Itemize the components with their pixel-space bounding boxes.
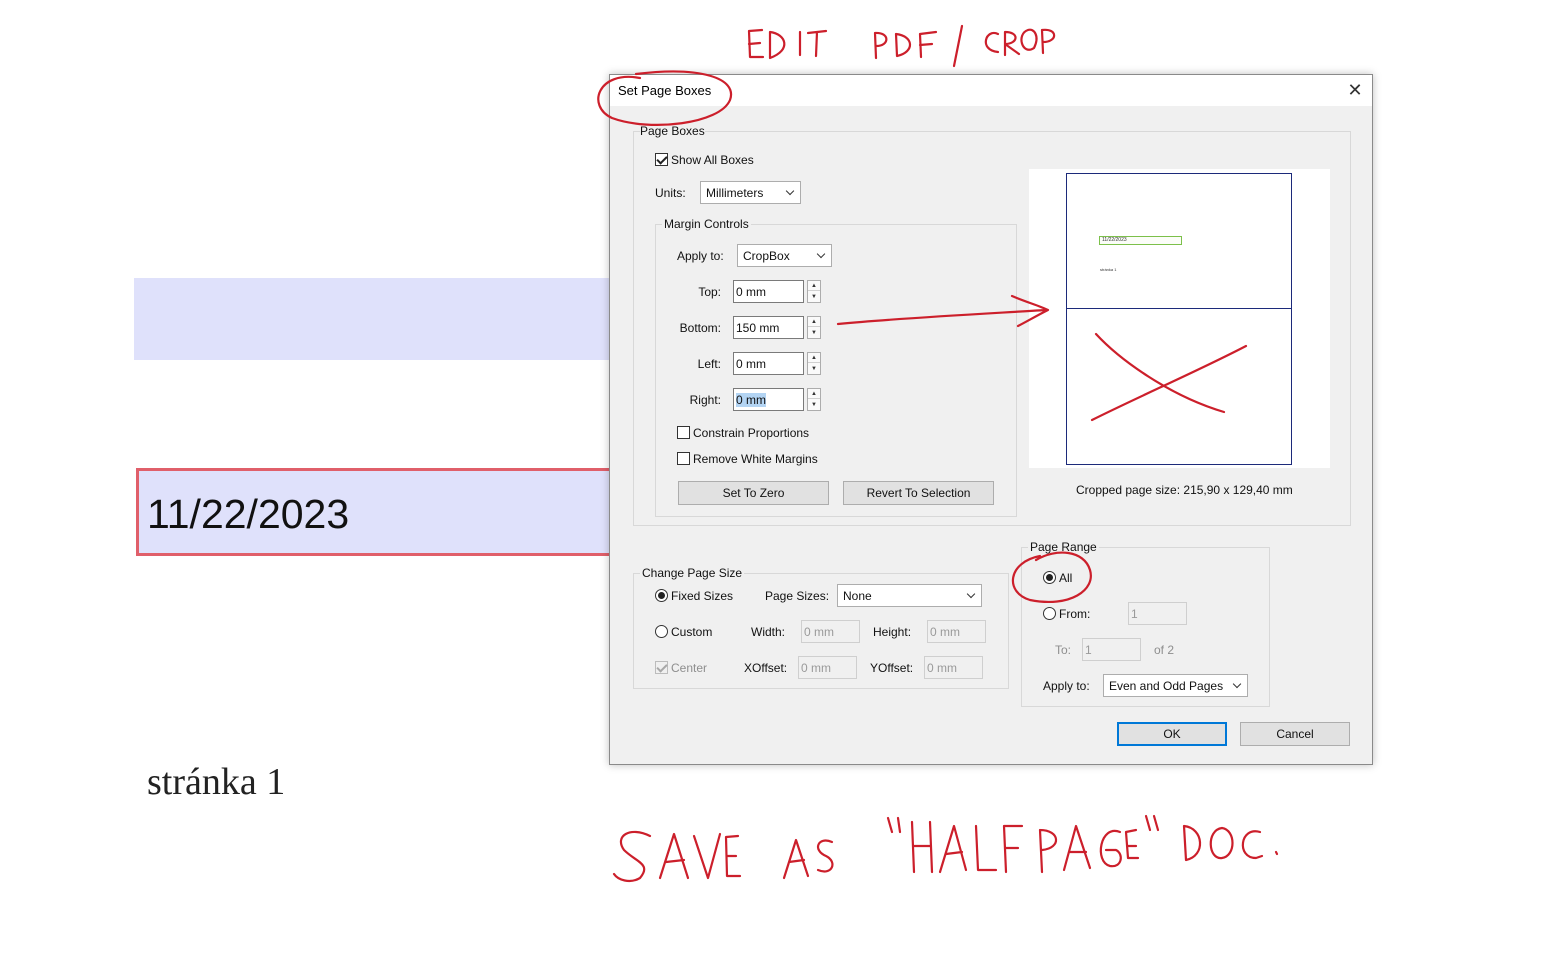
right-margin-label: Right: <box>689 393 721 407</box>
top-margin-value: 0 mm <box>736 285 766 299</box>
pdf-date-field: 11/22/2023 <box>136 468 614 556</box>
remove-white-margins-checkbox[interactable] <box>677 452 690 465</box>
page-boxes-group-label: Page Boxes <box>640 124 705 138</box>
right-margin-value: 0 mm <box>736 393 766 407</box>
xoffset-value: 0 mm <box>801 661 831 675</box>
range-from-value: 1 <box>1131 607 1138 621</box>
top-margin-spinner[interactable]: ▲ ▼ <box>807 280 821 303</box>
fixed-sizes-radio[interactable] <box>655 589 668 602</box>
margin-controls-label: Margin Controls <box>662 217 751 231</box>
height-input[interactable]: 0 mm <box>927 620 986 643</box>
height-value: 0 mm <box>930 625 960 639</box>
pdf-date-value: 11/22/2023 <box>147 491 350 537</box>
range-all-label: All <box>1059 571 1073 585</box>
bottom-margin-input[interactable]: 150 mm <box>733 316 804 339</box>
chevron-down-icon <box>813 245 831 266</box>
range-from-radio[interactable] <box>1043 607 1056 620</box>
constrain-proportions-label: Constrain Proportions <box>693 426 810 440</box>
chevron-down-icon <box>963 585 981 606</box>
remove-white-margins-label: Remove White Margins <box>693 452 818 466</box>
apply-to-select[interactable]: CropBox <box>737 244 832 267</box>
left-margin-label: Left: <box>697 357 721 371</box>
bottom-margin-value: 150 mm <box>736 321 780 335</box>
preview-date-field: 11/22/2023 <box>1099 236 1182 245</box>
yoffset-value: 0 mm <box>927 661 957 675</box>
pdf-page-label: stránka 1 <box>147 761 286 803</box>
custom-label: Custom <box>671 625 713 639</box>
right-margin-spinner[interactable]: ▲ ▼ <box>807 388 821 411</box>
xoffset-label: XOffset: <box>744 661 788 675</box>
change-page-size-label: Change Page Size <box>640 566 745 580</box>
width-value: 0 mm <box>804 625 834 639</box>
preview-crop-line <box>1067 308 1291 309</box>
preview-page-label: stránka 1 <box>1100 267 1117 272</box>
close-icon[interactable]: ✕ <box>1344 79 1366 101</box>
annotation-save-as <box>612 814 1279 883</box>
dialog-title: Set Page Boxes <box>618 83 712 98</box>
yoffset-label: YOffset: <box>870 661 914 675</box>
page-sizes-select-value: None <box>843 589 872 603</box>
yoffset-input[interactable]: 0 mm <box>924 656 983 679</box>
units-label: Units: <box>655 186 686 200</box>
annotation-edit-pdf-crop <box>747 24 1056 68</box>
apply-to-select-value: CropBox <box>743 249 790 263</box>
right-margin-input[interactable]: 0 mm <box>733 388 804 411</box>
range-apply-to-select[interactable]: Even and Odd Pages <box>1103 674 1248 697</box>
preview-page-outline: 11/22/2023 stránka 1 <box>1066 173 1292 465</box>
custom-radio[interactable] <box>655 625 668 638</box>
width-label: Width: <box>751 625 786 639</box>
range-from-input[interactable]: 1 <box>1128 602 1187 625</box>
page-range-label: Page Range <box>1028 540 1099 554</box>
chevron-down-icon <box>782 182 800 203</box>
page-range-group: Page Range All From: 1 To: 1 of 2 Apply … <box>1021 540 1270 707</box>
left-margin-value: 0 mm <box>736 357 766 371</box>
page-sizes-select[interactable]: None <box>837 584 982 607</box>
width-input[interactable]: 0 mm <box>801 620 860 643</box>
chevron-down-icon <box>1229 675 1247 696</box>
page-preview: 11/22/2023 stránka 1 <box>1029 169 1330 468</box>
show-all-boxes-label: Show All Boxes <box>671 153 754 167</box>
set-to-zero-button[interactable]: Set To Zero <box>678 481 829 505</box>
fixed-sizes-label: Fixed Sizes <box>671 589 734 603</box>
set-page-boxes-dialog: Set Page Boxes ✕ Page Boxes Show All Box… <box>609 74 1373 765</box>
height-label: Height: <box>873 625 912 639</box>
top-margin-label: Top: <box>698 285 721 299</box>
cropped-page-size-text: Cropped page size: 215,90 x 129,40 mm <box>1076 483 1293 497</box>
ok-button[interactable]: OK <box>1117 722 1227 746</box>
center-checkbox[interactable] <box>655 661 668 674</box>
range-from-label: From: <box>1059 607 1091 621</box>
margin-controls-group: Margin Controls Apply to: CropBox Top: 0… <box>655 217 1017 517</box>
dialog-titlebar: Set Page Boxes ✕ <box>610 75 1372 106</box>
range-apply-to-value: Even and Odd Pages <box>1109 679 1224 693</box>
pdf-text-field-top <box>134 278 614 360</box>
page-sizes-label: Page Sizes: <box>765 589 830 603</box>
page-boxes-group: Page Boxes Show All Boxes Units: Millime… <box>633 124 1351 526</box>
constrain-proportions-checkbox[interactable] <box>677 426 690 439</box>
left-margin-input[interactable]: 0 mm <box>733 352 804 375</box>
bottom-margin-label: Bottom: <box>679 321 721 335</box>
left-margin-spinner[interactable]: ▲ ▼ <box>807 352 821 375</box>
center-label: Center <box>671 661 708 675</box>
bottom-margin-spinner[interactable]: ▲ ▼ <box>807 316 821 339</box>
revert-to-selection-button[interactable]: Revert To Selection <box>843 481 994 505</box>
cancel-button[interactable]: Cancel <box>1240 722 1350 746</box>
range-apply-to-label: Apply to: <box>1043 679 1090 693</box>
units-select[interactable]: Millimeters <box>700 181 801 204</box>
top-margin-input[interactable]: 0 mm <box>733 280 804 303</box>
range-to-input[interactable]: 1 <box>1082 638 1141 661</box>
show-all-boxes-checkbox[interactable] <box>655 153 668 166</box>
xoffset-input[interactable]: 0 mm <box>798 656 857 679</box>
units-select-value: Millimeters <box>706 186 764 200</box>
range-to-label: To: <box>1055 643 1072 657</box>
change-page-size-group: Change Page Size Fixed Sizes Page Sizes:… <box>633 566 1009 689</box>
range-to-value: 1 <box>1085 643 1092 657</box>
page-count-text: of 2 <box>1154 643 1175 657</box>
apply-to-label: Apply to: <box>677 249 724 263</box>
range-all-radio[interactable] <box>1043 571 1056 584</box>
